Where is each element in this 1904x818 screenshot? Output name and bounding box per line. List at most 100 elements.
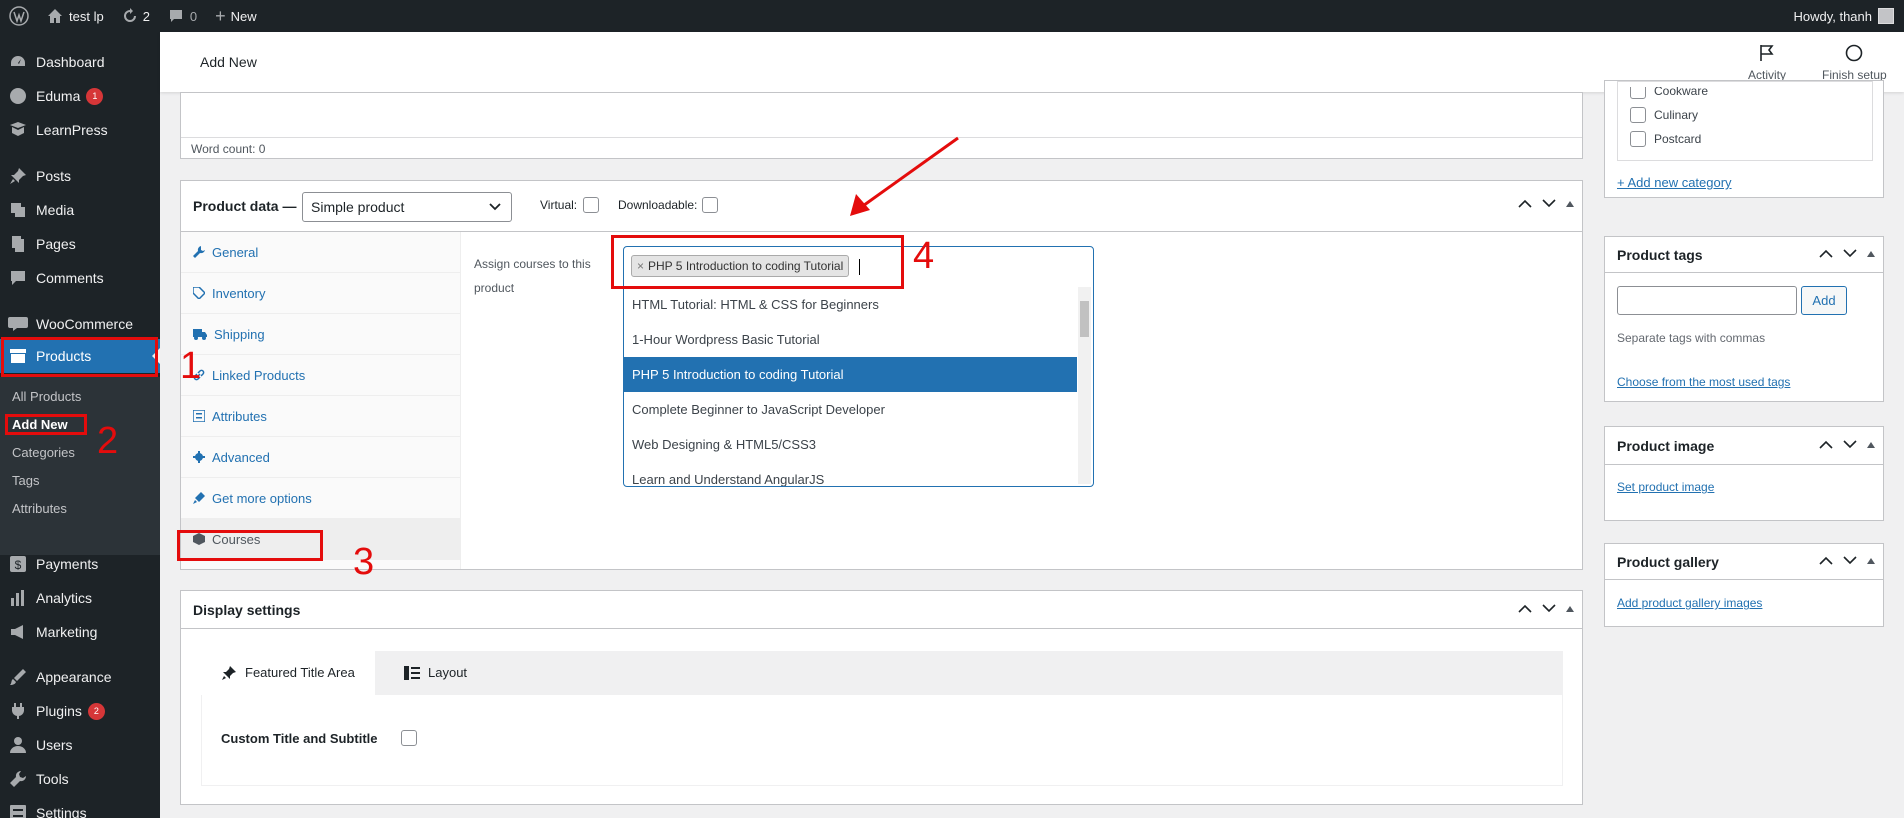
menu-pages[interactable]: Pages <box>0 227 160 261</box>
dropdown-scrollbar[interactable] <box>1078 287 1091 484</box>
pin-icon <box>0 167 36 185</box>
menu-media[interactable]: Media <box>0 193 160 227</box>
menu-plugins[interactable]: Plugins 2 <box>0 694 160 728</box>
menu-appearance[interactable]: Appearance <box>0 660 160 694</box>
submenu-attributes[interactable]: Attributes <box>12 501 67 516</box>
tab-get-more-options[interactable]: Get more options <box>181 478 461 519</box>
submenu-all-products[interactable]: All Products <box>12 389 81 404</box>
chevron-down-icon[interactable] <box>1843 556 1857 565</box>
toggle-panel-icon[interactable] <box>1867 557 1875 564</box>
category-checkbox[interactable] <box>1630 131 1646 147</box>
menu-label: Eduma <box>36 88 81 104</box>
tag-input[interactable] <box>1617 286 1797 315</box>
notification-badge: 2 <box>87 702 105 720</box>
chevron-up-icon[interactable] <box>1819 440 1833 449</box>
menu-comments[interactable]: Comments <box>0 261 160 295</box>
wordpress-logo-icon[interactable] <box>0 0 38 32</box>
finish-setup-button[interactable]: Finish setup <box>1822 44 1887 82</box>
course-option[interactable]: 1-Hour Wordpress Basic Tutorial <box>624 322 1077 357</box>
menu-dashboard[interactable]: Dashboard <box>0 45 160 79</box>
product-type-select[interactable]: Simple product <box>302 192 512 222</box>
tab-shipping[interactable]: Shipping <box>181 314 461 355</box>
annotation-number: 3 <box>353 541 375 583</box>
virtual-checkbox[interactable] <box>583 197 599 213</box>
product-gallery-title: Product gallery <box>1617 553 1719 570</box>
submenu-categories[interactable]: Categories <box>12 445 75 460</box>
tab-featured-title-area[interactable]: Featured Title Area <box>201 650 375 695</box>
tab-inventory[interactable]: Inventory <box>181 273 461 314</box>
activity-button[interactable]: Activity <box>1748 44 1786 82</box>
howdy-text: Howdy, thanh <box>1793 8 1872 24</box>
add-new-category-link[interactable]: + Add new category <box>1617 175 1732 190</box>
tab-layout[interactable]: Layout <box>384 650 487 695</box>
chevron-up-icon[interactable] <box>1518 604 1532 613</box>
product-tags-header: Product tags <box>1605 237 1883 273</box>
custom-title-checkbox[interactable] <box>401 730 417 746</box>
notification-badge: 1 <box>86 87 104 105</box>
course-option[interactable]: Complete Beginner to JavaScript Develope… <box>624 392 1077 427</box>
tab-general[interactable]: General <box>181 232 461 273</box>
tab-advanced[interactable]: Advanced <box>181 437 461 478</box>
tab-label: Attributes <box>212 408 267 424</box>
updates-count: 2 <box>142 8 150 24</box>
category-item[interactable]: Culinary <box>1630 107 1698 123</box>
my-account[interactable]: Howdy, thanh <box>1793 8 1904 24</box>
menu-learnpress[interactable]: LearnPress <box>0 113 160 147</box>
chevron-down-icon[interactable] <box>1843 249 1857 258</box>
pushpin-icon <box>222 665 236 680</box>
product-image-box: Product image Set product image <box>1604 426 1884 521</box>
site-name-link[interactable]: test lp <box>38 0 113 32</box>
comments-link[interactable]: 0 <box>159 0 206 32</box>
categories-list: Cookware Culinary Postcard <box>1617 81 1873 161</box>
menu-analytics[interactable]: Analytics <box>0 581 160 615</box>
menu-label: LearnPress <box>36 122 108 138</box>
toggle-panel-icon[interactable] <box>1867 441 1875 448</box>
menu-label: Tools <box>36 771 69 787</box>
course-option[interactable]: Learn and Understand AngularJS <box>624 462 1077 486</box>
plugin-icon <box>193 492 205 504</box>
most-used-tags-link[interactable]: Choose from the most used tags <box>1617 375 1790 389</box>
menu-woocommerce[interactable]: WooCommerce <box>0 307 160 341</box>
toggle-panel-icon[interactable] <box>1867 250 1875 257</box>
category-item[interactable]: Postcard <box>1630 131 1701 147</box>
menu-settings[interactable]: Settings <box>0 796 160 818</box>
course-option[interactable]: Web Designing & HTML5/CSS3 <box>624 427 1077 462</box>
chevron-up-icon[interactable] <box>1518 199 1532 208</box>
updates-link[interactable]: 2 <box>113 0 159 32</box>
chevron-up-icon[interactable] <box>1819 249 1833 258</box>
assign-courses-label: Assign courses to this product <box>474 257 591 295</box>
display-settings-header: Display settings <box>181 591 1582 629</box>
tab-attributes[interactable]: Attributes <box>181 396 461 437</box>
menu-eduma[interactable]: Eduma 1 <box>0 79 160 113</box>
product-tags-box: Product tags Add Separate tags with comm… <box>1604 236 1884 402</box>
chevron-down-icon[interactable] <box>1843 440 1857 449</box>
dollar-icon: $ <box>0 555 36 573</box>
chevron-down-icon[interactable] <box>1542 199 1556 208</box>
set-product-image-link[interactable]: Set product image <box>1617 480 1714 494</box>
downloadable-checkbox[interactable] <box>702 197 718 213</box>
tab-label: Layout <box>428 665 468 680</box>
menu-marketing[interactable]: Marketing <box>0 615 160 649</box>
toggle-panel-icon[interactable] <box>1566 605 1574 612</box>
toggle-panel-icon[interactable] <box>1566 200 1574 207</box>
category-checkbox[interactable] <box>1630 107 1646 123</box>
tab-linked-products[interactable]: Linked Products <box>181 355 461 396</box>
chevron-up-icon[interactable] <box>1819 556 1833 565</box>
menu-posts[interactable]: Posts <box>0 159 160 193</box>
menu-payments[interactable]: $ Payments <box>0 547 160 581</box>
new-content-link[interactable]: + New <box>206 0 266 32</box>
course-option[interactable]: HTML Tutorial: HTML & CSS for Beginners <box>624 287 1077 322</box>
category-label: Culinary <box>1654 108 1699 122</box>
scrollbar-thumb[interactable] <box>1080 301 1089 337</box>
gear-icon <box>193 451 205 463</box>
menu-tools[interactable]: Tools <box>0 762 160 796</box>
chevron-down-icon[interactable] <box>1542 604 1556 613</box>
learnpress-icon <box>0 121 36 139</box>
menu-users[interactable]: Users <box>0 728 160 762</box>
add-gallery-images-link[interactable]: Add product gallery images <box>1617 596 1762 610</box>
add-tag-button[interactable]: Add <box>1801 286 1847 315</box>
submenu-tags[interactable]: Tags <box>12 473 39 488</box>
category-item[interactable]: Cookware <box>1630 87 1708 99</box>
course-option-highlighted[interactable]: PHP 5 Introduction to coding Tutorial <box>624 357 1077 392</box>
box-controls <box>1819 249 1875 258</box>
